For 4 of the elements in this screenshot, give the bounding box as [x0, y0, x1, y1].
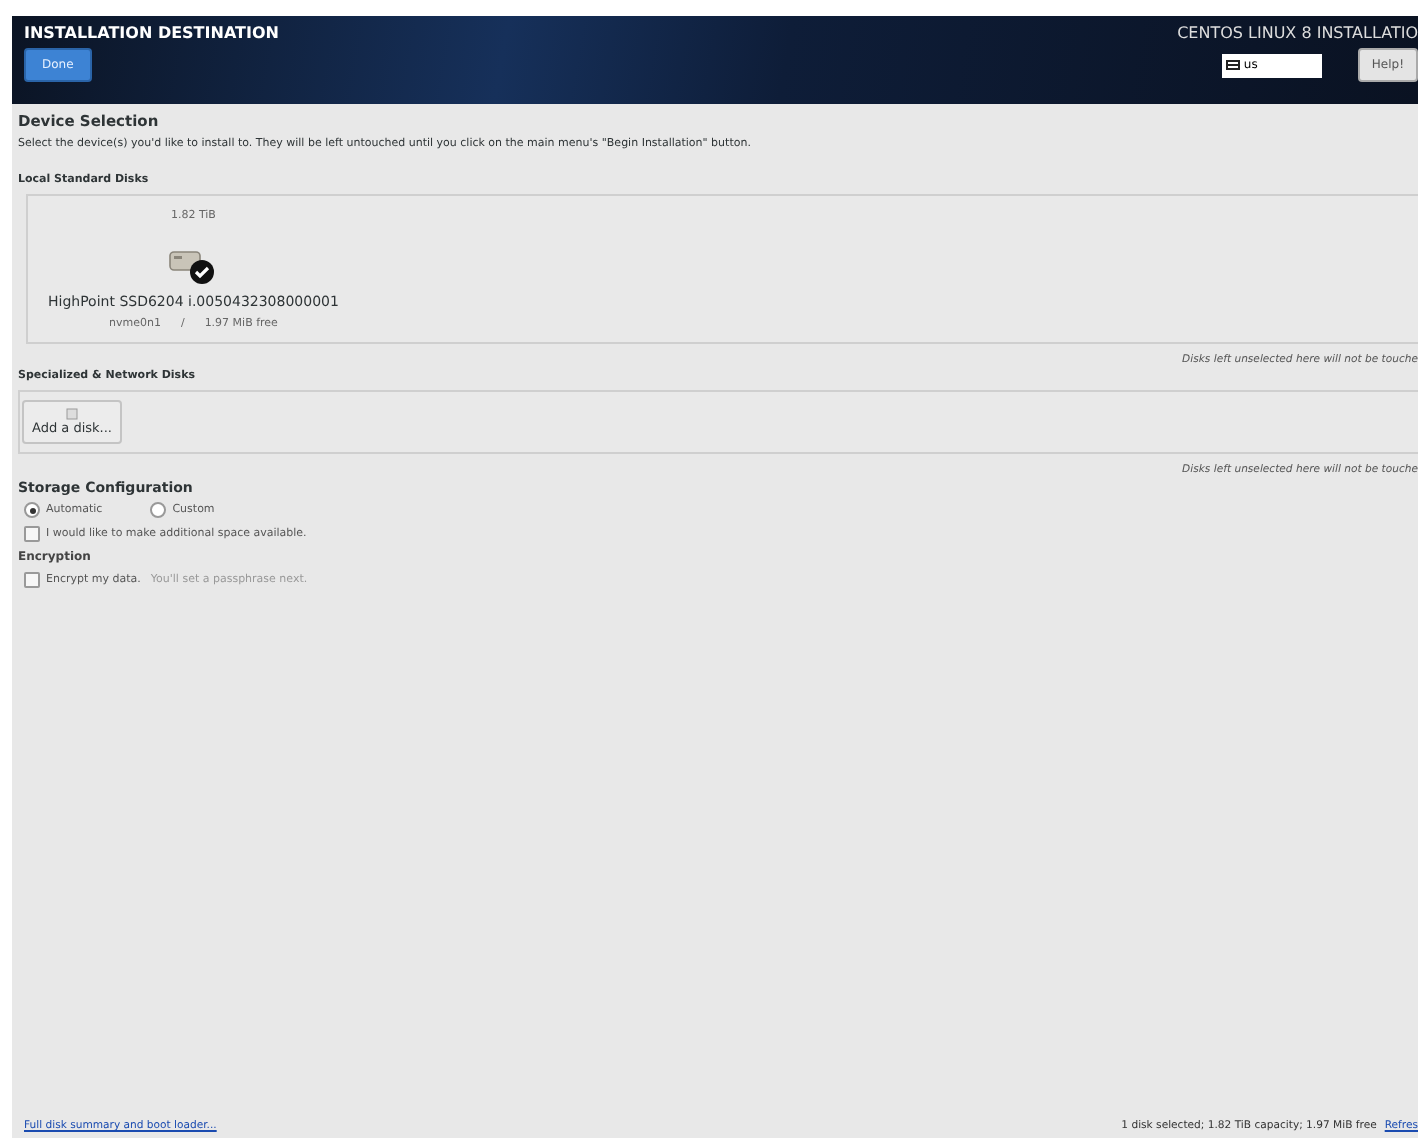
disk-add-icon — [65, 408, 78, 420]
product-title: CENTOS LINUX 8 INSTALLATIO — [1177, 24, 1418, 42]
keyboard-icon — [1225, 60, 1240, 70]
screen-title: INSTALLATION DESTINATION — [24, 24, 279, 42]
